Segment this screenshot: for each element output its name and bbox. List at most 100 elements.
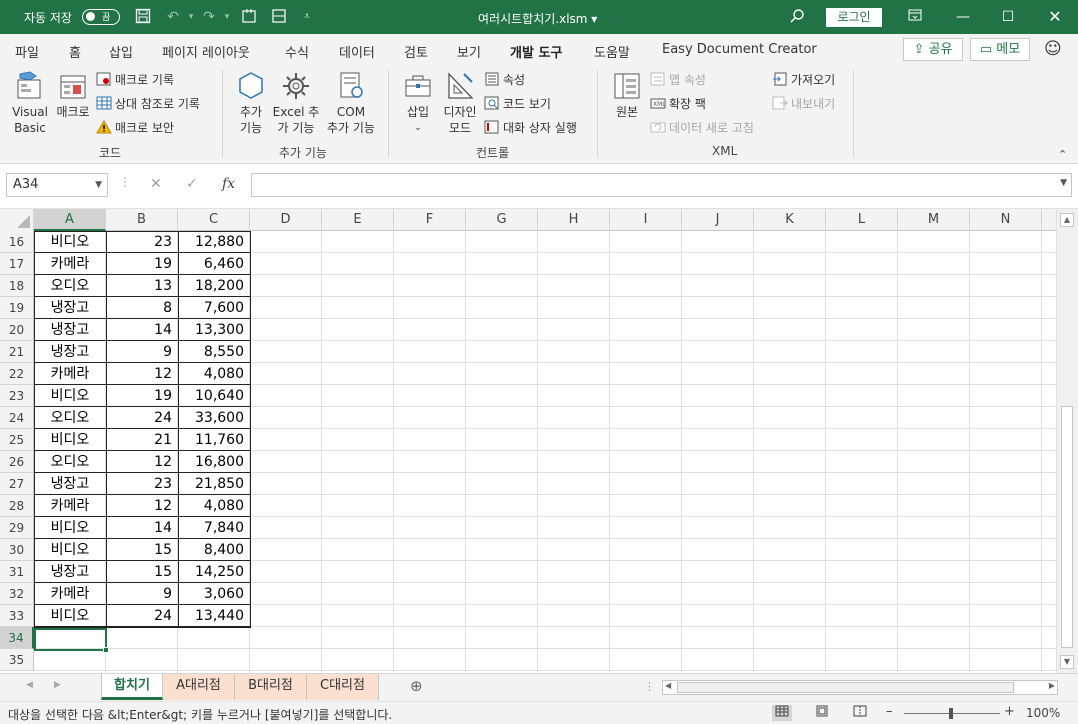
quantity-cell[interactable]: 24: [106, 407, 178, 429]
excel-addins-button[interactable]: Excel 추 가 기능: [270, 70, 322, 136]
amount-cell[interactable]: 4,080: [178, 363, 250, 385]
row-header[interactable]: 28: [0, 495, 34, 517]
row-header[interactable]: 33: [0, 605, 34, 627]
product-cell[interactable]: 냉장고: [34, 561, 106, 583]
save-icon[interactable]: [134, 8, 152, 26]
zoom-slider-knob[interactable]: [949, 708, 953, 719]
amount-cell[interactable]: 16,800: [178, 451, 250, 473]
amount-cell[interactable]: 7,600: [178, 297, 250, 319]
amount-cell[interactable]: 6,460: [178, 253, 250, 275]
amount-cell[interactable]: 7,840: [178, 517, 250, 539]
scroll-left-icon[interactable]: ◀: [665, 681, 671, 690]
product-cell[interactable]: 냉장고: [34, 341, 106, 363]
tab-file[interactable]: 파일: [15, 42, 39, 61]
column-header-f[interactable]: F: [394, 209, 466, 231]
product-cell[interactable]: 카메라: [34, 583, 106, 605]
amount-cell[interactable]: 18,200: [178, 275, 250, 297]
design-mode-button[interactable]: 디자인 모드: [440, 70, 480, 136]
column-header-n[interactable]: N: [970, 209, 1042, 231]
redo-dropdown-icon[interactable]: ▾: [218, 8, 236, 26]
minimize-button[interactable]: —: [952, 7, 974, 27]
sheet-tab-merge[interactable]: 합치기: [101, 674, 163, 700]
product-cell[interactable]: 오디오: [34, 407, 106, 429]
quantity-cell[interactable]: 9: [106, 583, 178, 605]
column-header-g[interactable]: G: [466, 209, 538, 231]
xml-source-button[interactable]: 원본: [608, 70, 646, 120]
quantity-cell[interactable]: 14: [106, 517, 178, 539]
zoom-level[interactable]: 100%: [1026, 706, 1060, 720]
row-header[interactable]: 16: [0, 231, 34, 253]
tab-formulas[interactable]: 수식: [285, 42, 309, 61]
product-cell[interactable]: 냉장고: [34, 319, 106, 341]
quantity-cell[interactable]: 15: [106, 539, 178, 561]
amount-cell[interactable]: 3,060: [178, 583, 250, 605]
scroll-right-icon[interactable]: ▶: [1049, 681, 1055, 690]
relative-reference-button[interactable]: 상대 참조로 기록: [96, 95, 200, 113]
sheet-tab-c-agency[interactable]: C대리점: [307, 674, 379, 700]
row-header[interactable]: 20: [0, 319, 34, 341]
tab-insert[interactable]: 삽입: [109, 42, 133, 61]
tab-data[interactable]: 데이터: [339, 42, 375, 61]
collapse-ribbon-icon[interactable]: ⌃: [1058, 148, 1067, 161]
customize-qat-icon[interactable]: ⩡: [298, 8, 316, 26]
product-cell[interactable]: 냉장고: [34, 297, 106, 319]
quantity-cell[interactable]: 23: [106, 473, 178, 495]
insert-control-button[interactable]: 삽입 ⌄: [398, 70, 438, 136]
worksheet-grid[interactable]: ABCDEFGHIJKLMN 16 17 18 19 20 21 22 23 24 25 26 27 2…: [0, 209, 1056, 673]
formula-input[interactable]: ▼: [251, 173, 1072, 197]
quantity-cell[interactable]: 12: [106, 451, 178, 473]
row-header[interactable]: 35: [0, 649, 34, 671]
product-cell[interactable]: 카메라: [34, 363, 106, 385]
quantity-cell[interactable]: 12: [106, 363, 178, 385]
scroll-down-icon[interactable]: ▼: [1060, 655, 1074, 669]
share-button[interactable]: ⇪ 공유: [903, 38, 963, 61]
column-header-b[interactable]: B: [106, 209, 178, 231]
row-header[interactable]: 22: [0, 363, 34, 385]
add-sheet-icon[interactable]: ⊕: [410, 677, 423, 695]
insert-function-icon[interactable]: fx: [222, 176, 235, 192]
product-cell[interactable]: 비디오: [34, 517, 106, 539]
row-header[interactable]: 23: [0, 385, 34, 407]
product-cell[interactable]: 카메라: [34, 495, 106, 517]
import-button[interactable]: 가져오기: [772, 71, 835, 89]
cancel-icon[interactable]: ✕: [150, 176, 162, 192]
com-addins-button[interactable]: COM 추가 기능: [322, 70, 380, 136]
row-header[interactable]: 19: [0, 297, 34, 319]
quantity-cell[interactable]: 12: [106, 495, 178, 517]
search-icon[interactable]: [788, 8, 806, 26]
row-header[interactable]: 26: [0, 451, 34, 473]
scroll-up-icon[interactable]: ▲: [1060, 213, 1074, 227]
column-header-h[interactable]: H: [538, 209, 610, 231]
redo-icon[interactable]: ↷: [200, 8, 218, 26]
amount-cell[interactable]: 13,300: [178, 319, 250, 341]
prev-sheet-icon[interactable]: ◀: [26, 680, 33, 690]
properties-button[interactable]: 속성: [484, 71, 525, 89]
amount-cell[interactable]: 14,250: [178, 561, 250, 583]
column-header-k[interactable]: K: [754, 209, 826, 231]
product-cell[interactable]: 오디오: [34, 275, 106, 297]
horizontal-scrollbar[interactable]: ◀ ▶: [662, 680, 1058, 695]
amount-cell[interactable]: 13,440: [178, 605, 250, 627]
login-button[interactable]: 로그인: [826, 8, 882, 27]
column-header-e[interactable]: E: [322, 209, 394, 231]
quantity-cell[interactable]: 8: [106, 297, 178, 319]
addins-button[interactable]: 추가 기능: [232, 70, 270, 136]
column-header-d[interactable]: D: [250, 209, 322, 231]
row-header[interactable]: 24: [0, 407, 34, 429]
quantity-cell[interactable]: 21: [106, 429, 178, 451]
tab-developer[interactable]: 개발 도구: [510, 42, 563, 67]
quantity-cell[interactable]: 15: [106, 561, 178, 583]
product-cell[interactable]: 비디오: [34, 429, 106, 451]
normal-view-icon[interactable]: [772, 705, 792, 721]
expansion-packs-button[interactable]: XML 확장 팩: [650, 95, 706, 113]
tab-easy-document-creator[interactable]: Easy Document Creator: [662, 42, 817, 57]
column-header-a[interactable]: A: [34, 209, 106, 231]
row-header[interactable]: 29: [0, 517, 34, 539]
amount-cell[interactable]: 4,080: [178, 495, 250, 517]
quantity-cell[interactable]: 9: [106, 341, 178, 363]
quantity-cell[interactable]: 23: [106, 231, 178, 253]
tab-review[interactable]: 검토: [404, 42, 428, 61]
tab-home[interactable]: 홈: [69, 42, 81, 61]
column-header-j[interactable]: J: [682, 209, 754, 231]
ribbon-display-icon[interactable]: [904, 7, 926, 27]
